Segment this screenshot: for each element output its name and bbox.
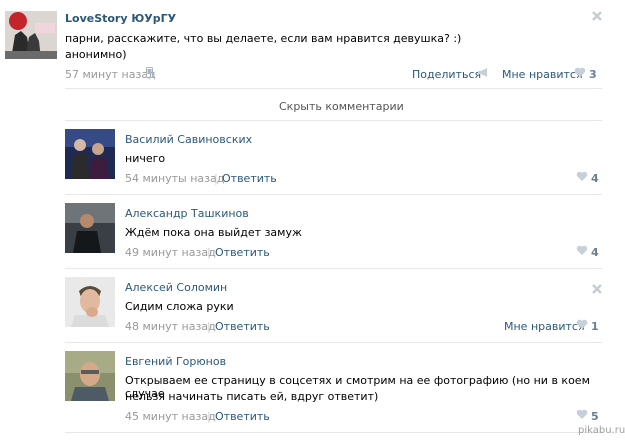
meta-separator: |	[214, 172, 218, 185]
post-like-count: 3	[589, 68, 597, 81]
heart-icon[interactable]	[574, 67, 586, 78]
comment-time[interactable]: 54 минуты назад	[125, 172, 224, 185]
comment-divider	[65, 268, 602, 269]
like-button[interactable]: Мне нравится	[504, 320, 585, 333]
heart-icon[interactable]	[576, 171, 588, 182]
close-icon[interactable]	[591, 10, 603, 22]
post-divider	[65, 88, 602, 89]
post-author[interactable]: LoveStory ЮУрГУ	[65, 12, 176, 25]
meta-separator: |	[207, 410, 211, 423]
heart-icon[interactable]	[576, 245, 588, 256]
post-time[interactable]: 57 минут назад	[65, 68, 156, 81]
reply-link[interactable]: Ответить	[215, 320, 270, 333]
heart-icon[interactable]	[576, 319, 588, 330]
comment-like-count: 4	[591, 246, 599, 259]
post-text-line2: анонимно)	[65, 48, 127, 61]
comment-like-count: 4	[591, 172, 599, 185]
comment-author[interactable]: Алексей Соломин	[125, 281, 227, 294]
reply-link[interactable]: Ответить	[222, 172, 277, 185]
reply-link[interactable]: Ответить	[215, 410, 270, 423]
comment-avatar[interactable]	[65, 351, 115, 401]
comment-time[interactable]: 48 минут назад	[125, 320, 216, 333]
comment-like-count: 1	[591, 320, 599, 333]
comment-avatar[interactable]	[65, 277, 115, 327]
comment-avatar[interactable]	[65, 203, 115, 253]
share-button[interactable]: Поделиться	[412, 68, 481, 81]
comment-time[interactable]: 49 минут назад	[125, 246, 216, 259]
comment-text: ничего	[125, 152, 166, 165]
comment-divider	[65, 342, 602, 343]
post-text-line1: парни, расскажите, что вы делаете, если …	[65, 32, 462, 45]
comment-divider	[65, 432, 602, 433]
close-icon[interactable]	[591, 283, 603, 295]
meta-separator: |	[207, 246, 211, 259]
watermark: pikabu.ru	[578, 425, 625, 436]
megaphone-icon[interactable]	[477, 67, 489, 78]
like-button[interactable]: Мне нравится	[502, 68, 583, 81]
comment-author[interactable]: Василий Савиновских	[125, 133, 252, 146]
comment-time[interactable]: 45 минут назад	[125, 410, 216, 423]
comment-text-line2: нельзя начинать писать ей, вдруг ответит…	[125, 390, 379, 403]
comment-divider	[65, 194, 602, 195]
comments-divider	[65, 120, 602, 121]
phone-icon	[146, 67, 153, 78]
post-avatar[interactable]	[5, 11, 57, 59]
comment-author[interactable]: Александр Ташкинов	[125, 207, 249, 220]
hide-comments-link[interactable]: Скрыть комментарии	[279, 100, 404, 113]
comment-like-count: 5	[591, 410, 599, 423]
meta-separator: |	[207, 320, 211, 333]
comment-author[interactable]: Евгений Горюнов	[125, 355, 226, 368]
comment-text: Сидим сложа руки	[125, 300, 234, 313]
heart-icon[interactable]	[576, 409, 588, 420]
comment-avatar[interactable]	[65, 129, 115, 179]
reply-link[interactable]: Ответить	[215, 246, 270, 259]
comment-text: Ждём пока она выйдет замуж	[125, 226, 302, 239]
